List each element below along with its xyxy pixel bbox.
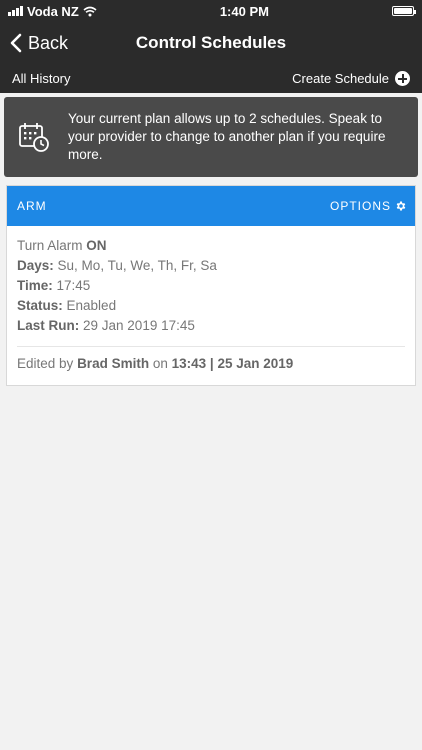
wifi-icon bbox=[83, 6, 97, 16]
options-label: OPTIONS bbox=[329, 199, 391, 213]
plan-limit-notice: Your current plan allows up to 2 schedul… bbox=[4, 97, 418, 177]
status-value: Enabled bbox=[66, 298, 117, 313]
signal-icon bbox=[8, 6, 23, 16]
edited-on: on bbox=[152, 356, 168, 371]
carrier-label: Voda NZ bbox=[27, 3, 79, 19]
days-row: Days: Su, Mo, Tu, We, Th, Fr, Sa bbox=[17, 256, 405, 276]
sub-toolbar: All History Create Schedule bbox=[0, 64, 422, 93]
plus-circle-icon bbox=[395, 71, 410, 86]
editor-name: Brad Smith bbox=[77, 356, 150, 371]
action-row: Turn Alarm ON bbox=[17, 236, 405, 256]
time-label: Time: bbox=[17, 278, 53, 293]
clock: 1:40 PM bbox=[219, 3, 269, 19]
schedule-name: ARM bbox=[17, 199, 47, 213]
time-value: 17:45 bbox=[56, 278, 91, 293]
back-label: Back bbox=[28, 32, 69, 53]
action-prefix: Turn Alarm bbox=[17, 238, 83, 253]
status-row: Status: Enabled bbox=[17, 296, 405, 316]
notice-text: Your current plan allows up to 2 schedul… bbox=[68, 110, 386, 163]
status-left: Voda NZ bbox=[8, 4, 97, 19]
chevron-left-icon bbox=[10, 33, 22, 53]
edited-prefix: Edited by bbox=[17, 356, 74, 371]
schedule-card: ARM OPTIONS Turn Alarm ON Days: Su, Mo, … bbox=[6, 185, 416, 386]
last-run-label: Last Run: bbox=[17, 318, 80, 333]
status-label: Status: bbox=[17, 298, 63, 313]
create-schedule-button[interactable]: Create Schedule bbox=[292, 71, 410, 86]
battery-icon bbox=[392, 6, 416, 16]
gear-icon bbox=[396, 201, 406, 211]
all-history-link[interactable]: All History bbox=[12, 71, 71, 86]
days-label: Days: bbox=[17, 258, 54, 273]
last-run-value: 29 Jan 2019 17:45 bbox=[83, 318, 195, 333]
edited-timestamp: 13:43 | 25 Jan 2019 bbox=[171, 356, 294, 371]
top-bar: Voda NZ 1:40 PM Back Control Schedules A… bbox=[0, 0, 422, 93]
options-button[interactable]: OPTIONS bbox=[330, 199, 407, 213]
schedule-card-header: ARM OPTIONS bbox=[7, 186, 415, 226]
last-run-row: Last Run: 29 Jan 2019 17:45 bbox=[17, 316, 405, 336]
time-row: Time: 17:45 bbox=[17, 276, 405, 296]
action-state: ON bbox=[86, 238, 107, 253]
edited-by-line: Edited by Brad Smith on 13:43 | 25 Jan 2… bbox=[17, 347, 405, 385]
schedule-details: Turn Alarm ON Days: Su, Mo, Tu, We, Th, … bbox=[7, 226, 415, 385]
nav-bar: Back Control Schedules bbox=[0, 22, 422, 64]
create-schedule-label: Create Schedule bbox=[292, 71, 389, 86]
back-button[interactable]: Back bbox=[0, 33, 68, 54]
calendar-clock-icon bbox=[19, 123, 49, 152]
days-value: Su, Mo, Tu, We, Th, Fr, Sa bbox=[57, 258, 217, 273]
status-bar: Voda NZ 1:40 PM bbox=[0, 0, 422, 22]
